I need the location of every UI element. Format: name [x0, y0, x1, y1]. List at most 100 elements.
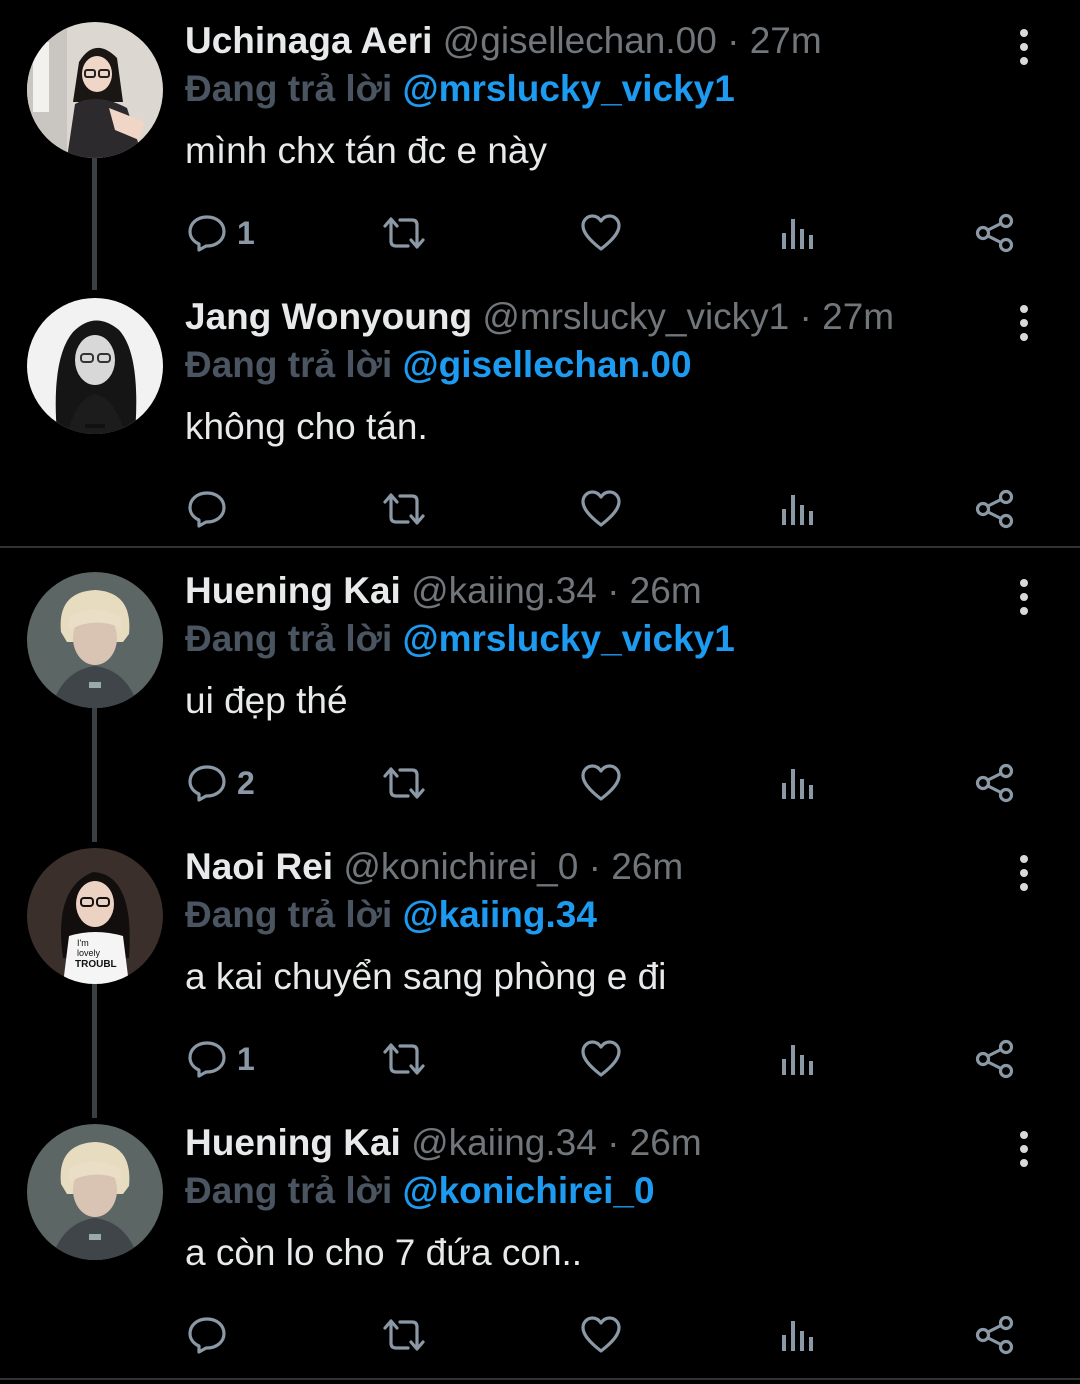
- bottom-divider: [0, 1378, 1080, 1380]
- reply-button[interactable]: [187, 484, 237, 534]
- display-name[interactable]: Huening Kai: [185, 570, 401, 611]
- reply-icon: [187, 763, 227, 803]
- retweet-icon: [381, 1315, 427, 1355]
- retweet-button[interactable]: [381, 758, 427, 808]
- tweet-header: Naoi Rei @konichirei_0 · 26m: [185, 846, 683, 888]
- mention-link[interactable]: @gisellechan.00: [403, 344, 692, 385]
- replying-to: Đang trả lời @gisellechan.00: [185, 344, 692, 386]
- views-button[interactable]: [780, 208, 816, 258]
- user-handle[interactable]: @kaiing.34: [411, 1122, 597, 1163]
- like-button[interactable]: [580, 1034, 622, 1084]
- like-button[interactable]: [580, 208, 622, 258]
- like-icon: [580, 763, 622, 803]
- retweet-icon: [381, 1039, 427, 1079]
- retweet-button[interactable]: [381, 1034, 427, 1084]
- reply-count: 1: [237, 214, 255, 251]
- views-icon: [780, 765, 816, 801]
- tweet-header: Jang Wonyoung @mrslucky_vicky1 · 27m: [185, 296, 894, 338]
- shirt-print: TROUBL: [75, 959, 117, 970]
- retweet-button[interactable]: [381, 208, 427, 258]
- replying-to: Đang trả lời @mrslucky_vicky1: [185, 68, 735, 110]
- action-bar: 2: [0, 758, 1080, 808]
- tweet-header: Huening Kai @kaiing.34 · 26m: [185, 1122, 702, 1164]
- tweet-text: mình chx tán đc e này: [185, 130, 547, 171]
- reply-icon: [187, 1315, 227, 1355]
- replying-to: Đang trả lời @konichirei_0: [185, 1170, 655, 1212]
- like-button[interactable]: [580, 1310, 622, 1360]
- share-icon: [974, 1315, 1016, 1355]
- mention-link[interactable]: @mrslucky_vicky1: [403, 618, 735, 659]
- retweet-icon: [381, 763, 427, 803]
- replying-to-label: Đang trả lời: [185, 68, 393, 109]
- timestamp[interactable]: · 26m: [607, 1122, 702, 1163]
- views-button[interactable]: [780, 484, 816, 534]
- user-handle[interactable]: @mrslucky_vicky1: [482, 296, 789, 337]
- tweet-text: ui đẹp thé: [185, 680, 348, 721]
- reply-button[interactable]: 2: [187, 758, 255, 808]
- views-button[interactable]: [780, 1034, 816, 1084]
- views-icon: [780, 215, 816, 251]
- reply-button[interactable]: 1: [187, 1034, 255, 1084]
- display-name[interactable]: Jang Wonyoung: [185, 296, 472, 337]
- share-icon: [974, 489, 1016, 529]
- more-options-icon[interactable]: [1008, 22, 1040, 72]
- views-icon: [780, 1317, 816, 1353]
- views-button[interactable]: [780, 1310, 816, 1360]
- like-button[interactable]: [580, 758, 622, 808]
- like-icon: [580, 1039, 622, 1079]
- shirt-print: I'm: [77, 938, 89, 948]
- avatar[interactable]: I'm lovely TROUBL: [27, 848, 163, 984]
- retweet-button[interactable]: [381, 1310, 427, 1360]
- mention-link[interactable]: @kaiing.34: [403, 894, 597, 935]
- more-options-icon[interactable]: [1008, 298, 1040, 348]
- reply-button[interactable]: 1: [187, 208, 255, 258]
- user-handle[interactable]: @gisellechan.00: [443, 20, 717, 61]
- timestamp[interactable]: · 27m: [727, 20, 822, 61]
- display-name[interactable]: Uchinaga Aeri: [185, 20, 432, 61]
- share-button[interactable]: [974, 208, 1016, 258]
- share-icon: [974, 1039, 1016, 1079]
- action-bar: [0, 1310, 1080, 1360]
- reply-icon: [187, 489, 227, 529]
- views-icon: [780, 1041, 816, 1077]
- display-name[interactable]: Naoi Rei: [185, 846, 333, 887]
- like-icon: [580, 489, 622, 529]
- shirt-print: lovely: [77, 948, 101, 958]
- action-bar: 1: [0, 208, 1080, 258]
- replying-to-label: Đang trả lời: [185, 894, 393, 935]
- avatar[interactable]: [27, 572, 163, 708]
- replying-to-label: Đang trả lời: [185, 1170, 393, 1211]
- mention-link[interactable]: @konichirei_0: [403, 1170, 655, 1211]
- timestamp[interactable]: · 27m: [800, 296, 895, 337]
- timestamp[interactable]: · 26m: [589, 846, 684, 887]
- share-icon: [974, 763, 1016, 803]
- display-name[interactable]: Huening Kai: [185, 1122, 401, 1163]
- avatar[interactable]: [27, 22, 163, 158]
- retweet-button[interactable]: [381, 484, 427, 534]
- reply-button[interactable]: [187, 1310, 237, 1360]
- tweet-header: Huening Kai @kaiing.34 · 26m: [185, 570, 702, 612]
- tweet-header: Uchinaga Aeri @gisellechan.00 · 27m: [185, 20, 822, 62]
- timestamp[interactable]: · 26m: [607, 570, 702, 611]
- avatar[interactable]: [27, 1124, 163, 1260]
- thread-divider: [0, 546, 1080, 548]
- mention-link[interactable]: @mrslucky_vicky1: [403, 68, 735, 109]
- views-button[interactable]: [780, 758, 816, 808]
- more-options-icon[interactable]: [1008, 1124, 1040, 1174]
- share-icon: [974, 213, 1016, 253]
- user-handle[interactable]: @kaiing.34: [411, 570, 597, 611]
- replying-to-label: Đang trả lời: [185, 618, 393, 659]
- like-button[interactable]: [580, 484, 622, 534]
- avatar[interactable]: [27, 298, 163, 434]
- share-button[interactable]: [974, 484, 1016, 534]
- reply-icon: [187, 213, 227, 253]
- user-handle[interactable]: @konichirei_0: [343, 846, 578, 887]
- reply-count: 2: [237, 764, 255, 801]
- share-button[interactable]: [974, 758, 1016, 808]
- more-options-icon[interactable]: [1008, 572, 1040, 622]
- like-icon: [580, 213, 622, 253]
- action-bar: 1: [0, 1034, 1080, 1084]
- share-button[interactable]: [974, 1034, 1016, 1084]
- share-button[interactable]: [974, 1310, 1016, 1360]
- more-options-icon[interactable]: [1008, 848, 1040, 898]
